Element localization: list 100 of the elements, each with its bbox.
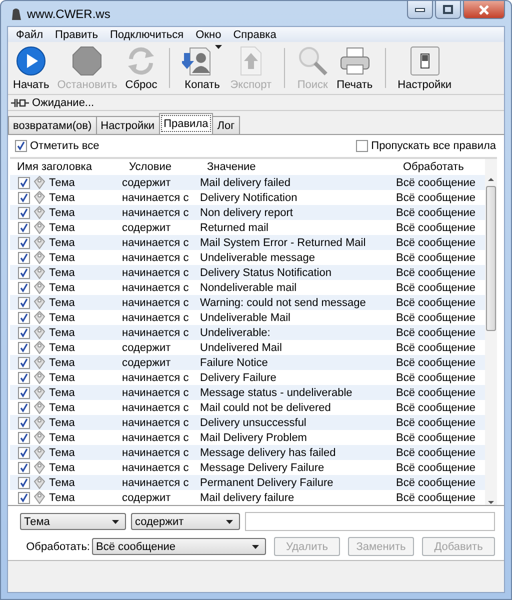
table-cell-text: Всё сообщение xyxy=(396,386,477,398)
table-cell-text: Message delivery has failed xyxy=(200,446,337,458)
tag-icon xyxy=(34,416,45,429)
checkbox[interactable] xyxy=(18,476,30,488)
checkbox[interactable] xyxy=(18,206,30,218)
field-label: Обработать: xyxy=(26,540,90,552)
table-cell-text: содержит xyxy=(122,222,172,234)
tag-icon xyxy=(34,326,45,339)
checkbox[interactable] xyxy=(18,176,30,188)
checkbox[interactable] xyxy=(18,192,30,204)
checkbox[interactable] xyxy=(15,140,27,152)
table-cell-text: Mail System Error - Returned Mail xyxy=(200,236,367,248)
checkbox[interactable] xyxy=(18,432,30,444)
dropdown[interactable]: Всё сообщение xyxy=(92,538,266,555)
table-cell-text: Всё сообщение xyxy=(396,416,477,428)
stop-icon xyxy=(71,45,104,77)
table-cell-text: Undeliverable message xyxy=(200,252,316,264)
menu-item[interactable]: Справка xyxy=(227,28,282,40)
table-cell-text: Undeliverable Mail xyxy=(200,312,292,324)
tab[interactable]: Настройки xyxy=(96,116,160,134)
checkbox[interactable] xyxy=(18,312,30,324)
table-cell: Тема xyxy=(49,326,75,338)
search-icon xyxy=(296,45,329,77)
scroll-up-icon[interactable] xyxy=(487,177,495,182)
tag-icon xyxy=(34,401,45,414)
checkbox[interactable] xyxy=(18,342,30,354)
table-cell: Тема xyxy=(49,356,75,368)
toolbar-button[interactable]: Начать xyxy=(9,42,54,94)
table-cell-text: Всё сообщение xyxy=(396,206,477,218)
checkbox[interactable] xyxy=(18,492,30,504)
tab[interactable]: возвратами(ов) xyxy=(8,116,97,134)
checkbox[interactable] xyxy=(18,402,30,414)
checkbox[interactable] xyxy=(18,222,30,234)
table-cell-text: Undelivered Mail xyxy=(200,342,283,354)
tag-icon xyxy=(34,461,45,474)
checkbox[interactable] xyxy=(18,372,30,384)
table-cell-text: начинается с xyxy=(122,206,190,218)
scroll-down-icon[interactable] xyxy=(487,500,495,505)
table-cell-text: Returned mail xyxy=(200,222,270,234)
tag-icon xyxy=(34,251,45,264)
tag-icon xyxy=(34,296,45,309)
table-cell-text: Всё сообщение xyxy=(396,192,477,204)
checkbox[interactable] xyxy=(18,416,30,428)
play-icon xyxy=(15,45,48,77)
table-cell-text: Non delivery report xyxy=(200,206,294,218)
dropdown[interactable]: Тема xyxy=(20,513,126,530)
table-cell-text: Всё сообщение xyxy=(396,252,477,264)
toolbar-button[interactable]: Копать xyxy=(178,42,226,94)
checkbox[interactable] xyxy=(18,236,30,248)
app-icon xyxy=(9,6,23,21)
dropdown[interactable]: содержит xyxy=(131,513,240,530)
table-cell-text: Undeliverable: xyxy=(200,326,272,338)
checkbox-label: Отметить все xyxy=(30,140,100,152)
toolbar-button[interactable]: Настройки xyxy=(394,42,456,94)
checkbox[interactable] xyxy=(18,386,30,398)
minimize-button[interactable] xyxy=(407,1,433,19)
menu-item[interactable]: Окно xyxy=(190,28,228,40)
table-cell: Тема xyxy=(49,252,75,264)
checkbox[interactable] xyxy=(356,140,368,152)
input-field[interactable] xyxy=(245,512,495,531)
table-cell-text: Mail delivery failed xyxy=(200,176,292,188)
checkbox[interactable] xyxy=(18,266,30,278)
toolbar-button[interactable]: Сброс xyxy=(121,42,162,94)
column-header[interactable]: Имя заголовка xyxy=(10,161,122,173)
checkbox[interactable] xyxy=(18,326,30,338)
table-cell-text: Mail could not be delivered xyxy=(200,402,332,414)
column-header[interactable]: Обработать xyxy=(396,161,485,173)
checkbox[interactable] xyxy=(18,296,30,308)
scrollbar[interactable] xyxy=(485,159,497,505)
table-cell-text: Всё сообщение xyxy=(396,296,477,308)
checkbox[interactable] xyxy=(18,282,30,294)
checkbox[interactable] xyxy=(18,462,30,474)
scroll-thumb[interactable] xyxy=(486,186,496,331)
checkbox[interactable] xyxy=(18,356,30,368)
checkbox[interactable] xyxy=(18,252,30,264)
maximize-button[interactable] xyxy=(435,1,461,19)
dropdown-arrow-icon[interactable] xyxy=(252,544,259,548)
table-cell-text: Всё сообщение xyxy=(396,356,477,368)
menu-item[interactable]: Править xyxy=(49,28,104,40)
table-cell-text: содержит xyxy=(122,356,172,368)
dropdown-arrow-icon[interactable] xyxy=(226,520,233,524)
checkbox[interactable] xyxy=(18,446,30,458)
table-cell-text: Delivery Notification xyxy=(200,192,298,204)
tab[interactable]: Правила xyxy=(158,113,214,134)
column-header[interactable]: Значение xyxy=(200,161,396,173)
table-cell-text: содержит xyxy=(122,176,172,188)
dropdown-arrow-icon[interactable] xyxy=(215,45,222,49)
column-header[interactable]: Условие xyxy=(122,161,200,173)
menu-item[interactable]: Файл xyxy=(10,28,50,40)
table-cell-text: начинается с xyxy=(122,386,190,398)
dropdown-arrow-icon[interactable] xyxy=(112,520,119,524)
close-button[interactable] xyxy=(463,1,505,19)
tag-icon xyxy=(34,176,45,189)
tag-icon xyxy=(34,476,45,489)
menu-item[interactable]: Подключиться xyxy=(104,28,190,40)
switch-icon xyxy=(408,45,441,77)
table-cell: Тема xyxy=(49,446,75,458)
tab[interactable]: Лог xyxy=(212,116,240,134)
table-cell-text: Всё сообщение xyxy=(396,492,477,504)
toolbar-button[interactable]: Печать xyxy=(332,42,377,94)
